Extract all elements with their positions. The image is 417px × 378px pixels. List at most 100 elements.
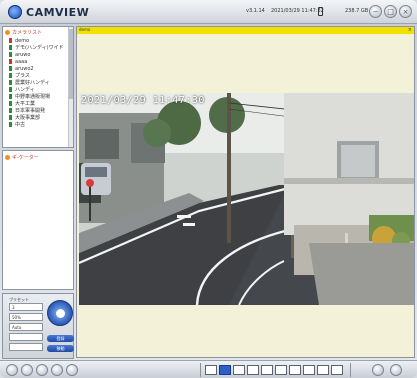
camera-list-item-label: 中野車通販現場 (15, 94, 51, 100)
camera-list-scrollbar[interactable] (68, 27, 73, 147)
camera-list-item[interactable]: aruwo (3, 51, 73, 58)
layout-5x5-icon[interactable] (275, 365, 287, 375)
fullscreen-button[interactable] (390, 364, 402, 376)
group-panel: ギ-ケーター (2, 150, 74, 290)
app-name: CAMVIEW (26, 5, 90, 19)
camera-list: demo デモ(ハンディ)ワイド aruwo aaaa aruwo2 プラス 農業好ハンディ… (3, 37, 73, 128)
camera-icon (9, 80, 12, 85)
video-timestamp: 2021/03/29 11:47:30 (81, 95, 205, 106)
title-bar: CAMVIEW v3.1.14 2021/03/29 11:47:32 238.… (0, 0, 417, 24)
street-scene-image (79, 93, 414, 305)
help-button[interactable] (372, 364, 384, 376)
group-header[interactable]: ギ-ケーター (3, 151, 73, 163)
camera-list-item[interactable]: プラス (3, 72, 73, 79)
preset-select[interactable] (9, 343, 43, 351)
layout-8x8-icon[interactable] (303, 365, 315, 375)
camera-list-item[interactable]: 日本軍事開発 (3, 107, 73, 114)
camera-list-item[interactable]: 農業好ハンディ (3, 79, 73, 86)
camera-icon (9, 115, 12, 120)
group-title: ギ-ケーター (12, 154, 39, 161)
camera-feed[interactable]: 2021/03/29 11:47:30 (79, 93, 414, 305)
camera-list-item-label: 大平工業 (15, 101, 36, 107)
camera-icon (9, 73, 12, 78)
camera-icon (9, 59, 12, 64)
preset-field[interactable] (9, 333, 43, 341)
layout-wide-icon[interactable] (317, 365, 329, 375)
camera-list-title: カメラリスト (12, 29, 43, 36)
viewer-camera-name: demo (79, 27, 91, 32)
camera-icon (9, 45, 12, 50)
camera-list-panel: カメラリスト demo デモ(ハンディ)ワイド aruwo aaaa aruwo2 プラス… (2, 26, 74, 148)
camera-list-item[interactable]: ハンディ (3, 86, 73, 93)
preset-call-button[interactable]: 移動 (47, 345, 74, 352)
camera-list-item-label: ハンディ (15, 87, 35, 93)
viewer-close-icon[interactable]: × (408, 27, 412, 33)
layout-4x4-icon[interactable] (261, 365, 273, 375)
settings-button[interactable] (51, 364, 63, 376)
camera-list-item-label: プラス (15, 73, 30, 79)
layout-2x2-icon[interactable] (233, 365, 245, 375)
ptz-control-panel: プリセット 3 50% Auto 登録 移動 (2, 293, 74, 359)
viewer-title-bar: demo × (77, 27, 414, 34)
camera-list-item-label: aruwo2 (15, 65, 34, 72)
minimize-button[interactable]: − (369, 5, 382, 18)
toolbar-separator (350, 363, 351, 377)
camera-icon (9, 94, 12, 99)
zoom-field[interactable]: 50% (9, 313, 43, 321)
layout-6x6-icon[interactable] (289, 365, 301, 375)
maximize-button[interactable]: □ (384, 5, 397, 18)
layout-single-icon[interactable] (219, 365, 231, 375)
camera-list-item-label: aruwo (15, 51, 31, 58)
close-button[interactable]: × (399, 5, 412, 18)
camera-icon (9, 52, 12, 57)
snapshot-button[interactable] (6, 364, 18, 376)
maximize-icon: □ (387, 7, 394, 16)
toolbar-separator (200, 363, 201, 377)
app-version: v3.1.14 (246, 8, 265, 14)
layout-1x1-icon[interactable] (205, 365, 217, 375)
current-datetime: 2021/03/29 11:47:32 (271, 8, 324, 14)
focus-field[interactable]: Auto (9, 323, 43, 331)
camera-list-item-label: aaaa (15, 58, 28, 65)
layout-custom-icon[interactable] (331, 365, 343, 375)
camera-list-item[interactable]: 大阪事業部 (3, 114, 73, 121)
camera-list-item-label: 日本軍事開発 (15, 108, 46, 114)
minimize-icon: − (372, 7, 379, 16)
scrollbar-thumb[interactable] (69, 29, 73, 99)
layout-3x3-icon[interactable] (247, 365, 259, 375)
camview-window: CAMVIEW v3.1.14 2021/03/29 11:47:32 238.… (0, 0, 417, 378)
playback-button[interactable] (36, 364, 48, 376)
camview-logo-icon (8, 5, 22, 19)
joystick-center-icon (56, 309, 65, 318)
folder-icon (5, 154, 10, 160)
camera-list-header[interactable]: カメラリスト (3, 27, 73, 37)
ptz-joystick[interactable] (47, 300, 73, 326)
camera-icon (9, 87, 12, 92)
camera-list-item-label: 大阪事業部 (15, 115, 41, 121)
video-viewer[interactable]: demo × 2021/03/29 11:47:30 (76, 26, 415, 358)
close-icon: × (402, 7, 409, 16)
disk-space: 238.7 GB (345, 8, 369, 14)
speed-field[interactable]: 3 (9, 303, 43, 311)
app-logo: CAMVIEW (8, 4, 89, 20)
camera-list-item[interactable]: 大平工業 (3, 100, 73, 107)
camera-list-item-label: 農業好ハンディ (15, 80, 50, 86)
storage-icon (318, 7, 323, 16)
camera-list-item[interactable]: demo (3, 37, 73, 44)
camera-icon (9, 66, 12, 71)
camera-list-item[interactable]: aaaa (3, 58, 73, 65)
camera-list-item-label: デモ(ハンディ)ワイド (15, 45, 64, 51)
camera-list-item-label: demo (15, 37, 30, 44)
record-button[interactable] (21, 364, 33, 376)
bottom-toolbar (0, 360, 417, 378)
camera-list-item[interactable]: デモ(ハンディ)ワイド (3, 44, 73, 51)
camera-list-item[interactable]: 中古 (3, 121, 73, 128)
info-button[interactable] (66, 364, 78, 376)
camera-list-item[interactable]: aruwo2 (3, 65, 73, 72)
camera-icon (9, 122, 12, 127)
camera-list-item[interactable]: 中野車通販現場 (3, 93, 73, 100)
preset-save-button[interactable]: 登録 (47, 335, 74, 342)
folder-icon (5, 29, 10, 35)
camera-icon (9, 108, 12, 113)
camera-icon (9, 38, 12, 43)
